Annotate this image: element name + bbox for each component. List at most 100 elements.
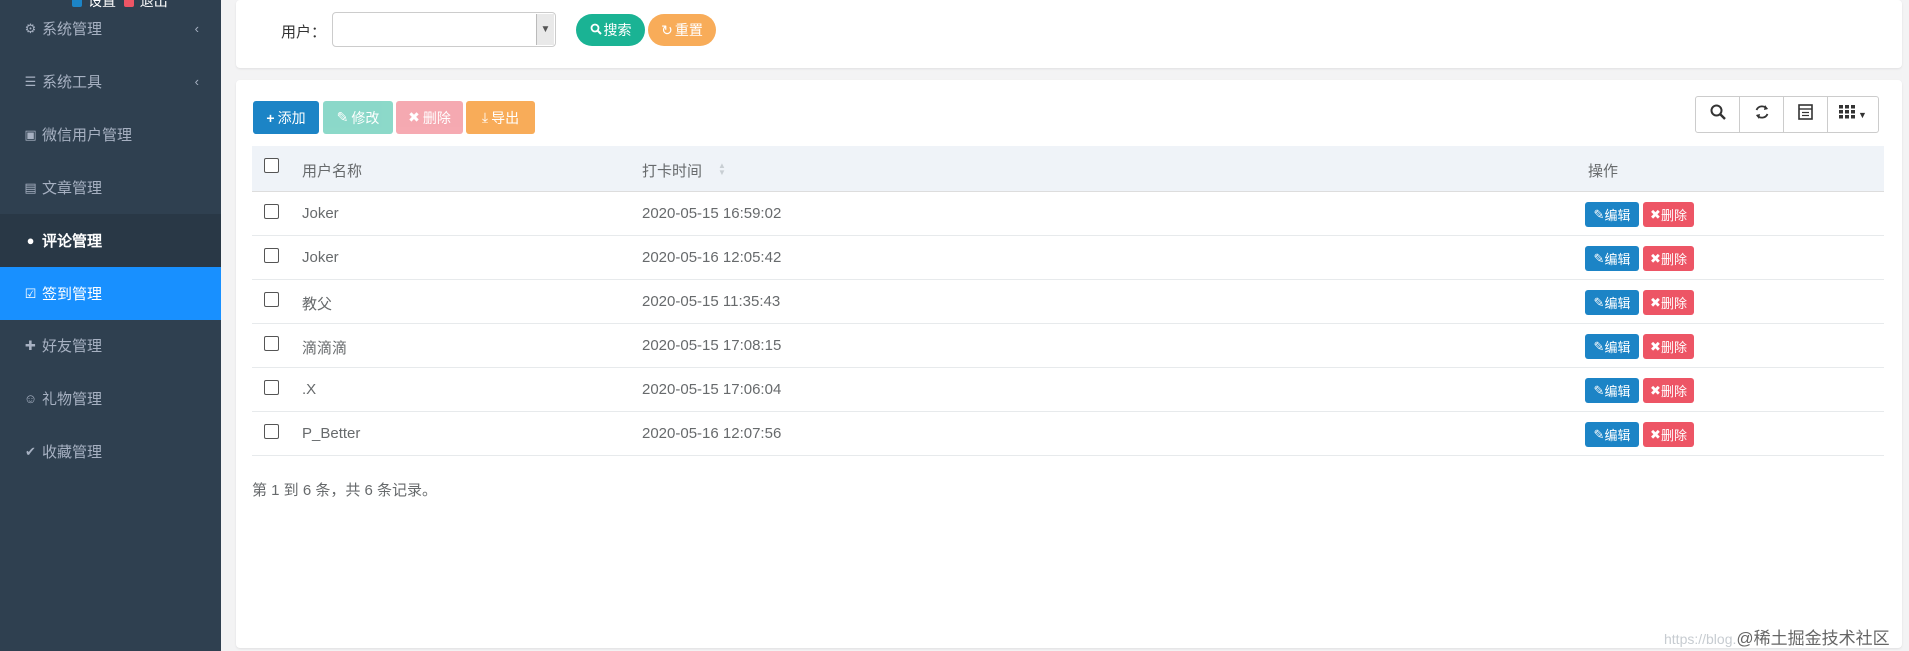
table-panel: + 添加 ✎ 修改 ✖ 删除 ⤓ 导出 ▼ 用户名称 打卡时间 ▲ ▼ 操作 J… bbox=[236, 80, 1902, 648]
cell-user-name: .X bbox=[302, 381, 317, 398]
user-select[interactable]: ▼ bbox=[332, 12, 556, 47]
user-filter-label: 用户： bbox=[281, 24, 327, 41]
row-delete-label: 删除 bbox=[1660, 208, 1687, 223]
column-header-name[interactable]: 用户名称 bbox=[302, 160, 362, 181]
edit-button[interactable]: ✎ 修改 bbox=[323, 101, 393, 134]
sidebar-item-label: 微信用户管理 bbox=[42, 127, 133, 144]
sidebar-item-comments[interactable]: ● 评论管理 bbox=[0, 214, 221, 267]
row-delete-label: 删除 bbox=[1660, 252, 1687, 267]
watermark: https://blog.@稀土掘金技术社区 bbox=[1664, 624, 1890, 649]
address-book-icon: ▣ bbox=[24, 126, 37, 142]
row-delete-button[interactable]: ✖ 删除 bbox=[1643, 334, 1694, 359]
row-delete-label: 删除 bbox=[1660, 428, 1687, 443]
table-row: P_Better 2020-05-16 12:07:56 ✎ 编辑 ✖ 删除 bbox=[252, 412, 1884, 456]
sidebar: 设置 退出 ⚙ 系统管理 ‹ ☰ 系统工具 ‹ ▣ 微信用户管理 ▤ 文章管理 … bbox=[0, 0, 221, 651]
toggle-search-button[interactable] bbox=[1696, 97, 1740, 132]
sort-icon[interactable]: ▲ ▼ bbox=[718, 162, 726, 177]
sidebar-item-favorites[interactable]: ✔ 收藏管理 bbox=[0, 425, 221, 478]
columns-button[interactable]: ▼ bbox=[1828, 97, 1878, 132]
table-header: 用户名称 打卡时间 ▲ ▼ 操作 bbox=[252, 146, 1884, 192]
watermark-url: https://blog. bbox=[1664, 631, 1737, 647]
row-delete-button[interactable]: ✖ 删除 bbox=[1643, 290, 1694, 315]
comment-icon: ● bbox=[26, 233, 35, 248]
column-header-time[interactable]: 打卡时间 bbox=[642, 160, 702, 181]
row-delete-label: 删除 bbox=[1660, 384, 1687, 399]
row-delete-button[interactable]: ✖ 删除 bbox=[1643, 246, 1694, 271]
row-checkbox[interactable] bbox=[264, 248, 279, 263]
row-checkbox[interactable] bbox=[264, 292, 279, 307]
select-all-checkbox[interactable] bbox=[264, 158, 279, 173]
sidebar-item-system-management[interactable]: ⚙ 系统管理 ‹ bbox=[0, 2, 221, 55]
row-checkbox[interactable] bbox=[264, 204, 279, 219]
book-icon: ▤ bbox=[24, 179, 37, 195]
toggle-view-button[interactable] bbox=[1784, 97, 1828, 132]
edit-icon: ✎ bbox=[1593, 250, 1605, 266]
sidebar-item-label: 礼物管理 bbox=[42, 391, 103, 408]
cell-checkin-time: 2020-05-16 12:05:42 bbox=[642, 249, 782, 266]
pagination-summary: 第 1 到 6 条，共 6 条记录。 bbox=[252, 482, 438, 499]
column-header-actions: 操作 bbox=[1588, 163, 1619, 180]
user-plus-icon: ✚ bbox=[25, 337, 36, 353]
sidebar-item-checkin[interactable]: ☑ 签到管理 bbox=[0, 267, 221, 320]
search-panel: 用户： ▼ 搜索 ↻ 重置 bbox=[236, 0, 1902, 68]
check-square-icon: ☑ bbox=[24, 285, 37, 301]
watermark-brand: @稀土掘金技术社区 bbox=[1736, 629, 1890, 648]
refresh-button[interactable] bbox=[1740, 97, 1784, 132]
edit-icon: ✎ bbox=[1593, 382, 1605, 398]
chevron-left-icon: ‹ bbox=[194, 74, 199, 89]
row-edit-label: 编辑 bbox=[1604, 208, 1631, 223]
sidebar-item-wechat-users[interactable]: ▣ 微信用户管理 bbox=[0, 108, 221, 161]
table-row: Joker 2020-05-16 12:05:42 ✎ 编辑 ✖ 删除 bbox=[252, 236, 1884, 280]
row-edit-button[interactable]: ✎ 编辑 bbox=[1585, 334, 1639, 359]
row-delete-button[interactable]: ✖ 删除 bbox=[1643, 202, 1694, 227]
row-checkbox[interactable] bbox=[264, 380, 279, 395]
download-icon: ⤓ bbox=[481, 109, 489, 125]
row-checkbox[interactable] bbox=[264, 424, 279, 439]
table-row: 滴滴滴 2020-05-15 17:08:15 ✎ 编辑 ✖ 删除 bbox=[252, 324, 1884, 368]
sidebar-item-friends[interactable]: ✚ 好友管理 bbox=[0, 319, 221, 372]
sidebar-item-label: 文章管理 bbox=[42, 180, 103, 197]
delete-button-label: 删除 bbox=[422, 109, 451, 126]
add-button-label: 添加 bbox=[277, 109, 306, 126]
row-edit-button[interactable]: ✎ 编辑 bbox=[1585, 246, 1639, 271]
cell-checkin-time: 2020-05-15 17:06:04 bbox=[642, 381, 782, 398]
plus-icon: + bbox=[266, 109, 275, 126]
table-tools: ▼ bbox=[1695, 96, 1879, 133]
row-edit-button[interactable]: ✎ 编辑 bbox=[1585, 290, 1639, 315]
reset-button-label: 重置 bbox=[674, 22, 703, 38]
checkin-table: 用户名称 打卡时间 ▲ ▼ 操作 Joker 2020-05-15 16:59:0… bbox=[252, 146, 1884, 456]
export-button[interactable]: ⤓ 导出 bbox=[466, 101, 535, 134]
edit-icon: ✎ bbox=[1593, 338, 1605, 354]
close-icon: ✖ bbox=[1650, 250, 1661, 266]
delete-button[interactable]: ✖ 删除 bbox=[396, 101, 463, 134]
cell-user-name: 滴滴滴 bbox=[302, 340, 348, 357]
table-row: Joker 2020-05-15 16:59:02 ✎ 编辑 ✖ 删除 bbox=[252, 192, 1884, 236]
edit-icon: ✎ bbox=[1593, 294, 1605, 310]
row-edit-button[interactable]: ✎ 编辑 bbox=[1585, 378, 1639, 403]
add-button[interactable]: + 添加 bbox=[253, 101, 319, 134]
caret-down-icon: ▼ bbox=[1858, 109, 1867, 120]
sidebar-item-articles[interactable]: ▤ 文章管理 bbox=[0, 161, 221, 214]
row-edit-label: 编辑 bbox=[1604, 340, 1631, 355]
search-icon bbox=[1710, 104, 1726, 125]
row-delete-button[interactable]: ✖ 删除 bbox=[1643, 378, 1694, 403]
close-icon: ✖ bbox=[1650, 338, 1661, 354]
edit-icon: ✎ bbox=[1593, 206, 1605, 222]
sidebar-item-label: 系统工具 bbox=[42, 74, 103, 91]
sidebar-item-system-tools[interactable]: ☰ 系统工具 ‹ bbox=[0, 55, 221, 108]
reset-button[interactable]: ↻ 重置 bbox=[648, 14, 716, 46]
sidebar-item-gifts[interactable]: ☺ 礼物管理 bbox=[0, 372, 221, 425]
table-row: .X 2020-05-15 17:06:04 ✎ 编辑 ✖ 删除 bbox=[252, 368, 1884, 412]
row-checkbox[interactable] bbox=[264, 336, 279, 351]
row-edit-button[interactable]: ✎ 编辑 bbox=[1585, 422, 1639, 447]
cell-user-name: P_Better bbox=[302, 425, 361, 442]
row-edit-label: 编辑 bbox=[1604, 428, 1631, 443]
cell-user-name: Joker bbox=[302, 249, 339, 266]
chevron-down-icon[interactable]: ▼ bbox=[536, 14, 554, 45]
row-delete-button[interactable]: ✖ 删除 bbox=[1643, 422, 1694, 447]
refresh-icon bbox=[1754, 104, 1770, 125]
cell-checkin-time: 2020-05-15 11:35:43 bbox=[642, 293, 781, 310]
edit-icon: ✎ bbox=[1593, 426, 1605, 442]
row-edit-button[interactable]: ✎ 编辑 bbox=[1585, 202, 1639, 227]
search-button[interactable]: 搜索 bbox=[576, 14, 645, 46]
